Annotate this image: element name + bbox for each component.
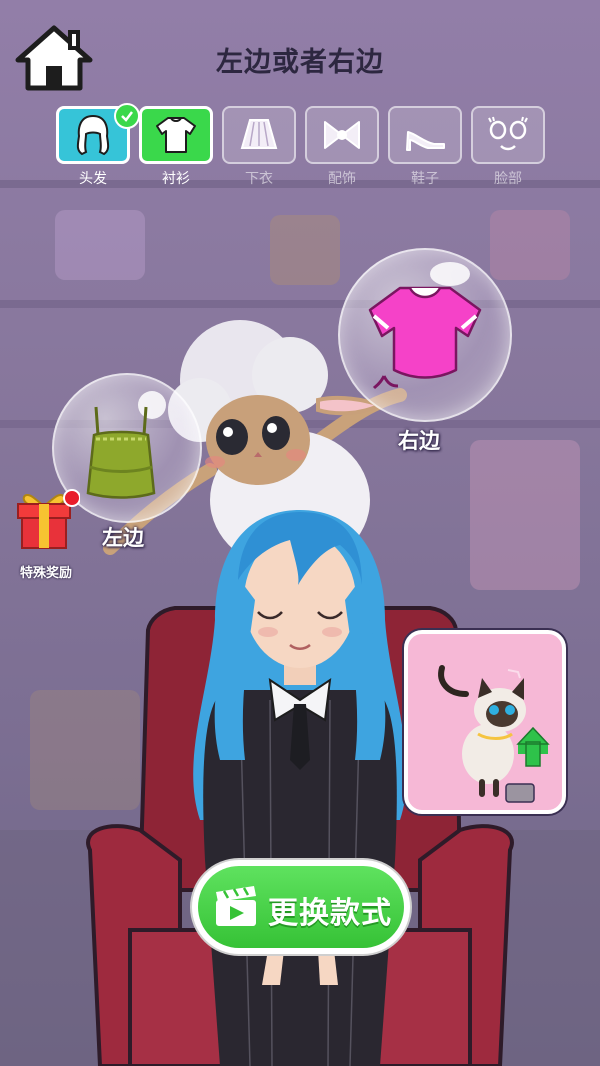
special-reward-label: 特殊奖励 — [19, 566, 72, 581]
special-reward-button[interactable] — [14, 488, 81, 550]
notification-dot — [63, 489, 81, 507]
right-choice-bubble[interactable] — [338, 248, 512, 422]
left-choice-label: 左边 — [102, 526, 144, 550]
right-choice-label: 右边 — [398, 429, 440, 453]
video-ad-icon — [216, 886, 256, 926]
siamese-cat-icon — [438, 665, 550, 803]
change-style-button[interactable]: 更换款式 — [192, 860, 410, 954]
gift-icon — [17, 489, 81, 549]
pink-crop-top-icon — [368, 262, 482, 390]
change-style-label: 更换款式 — [268, 896, 392, 931]
pet-offer-card[interactable] — [404, 630, 566, 814]
